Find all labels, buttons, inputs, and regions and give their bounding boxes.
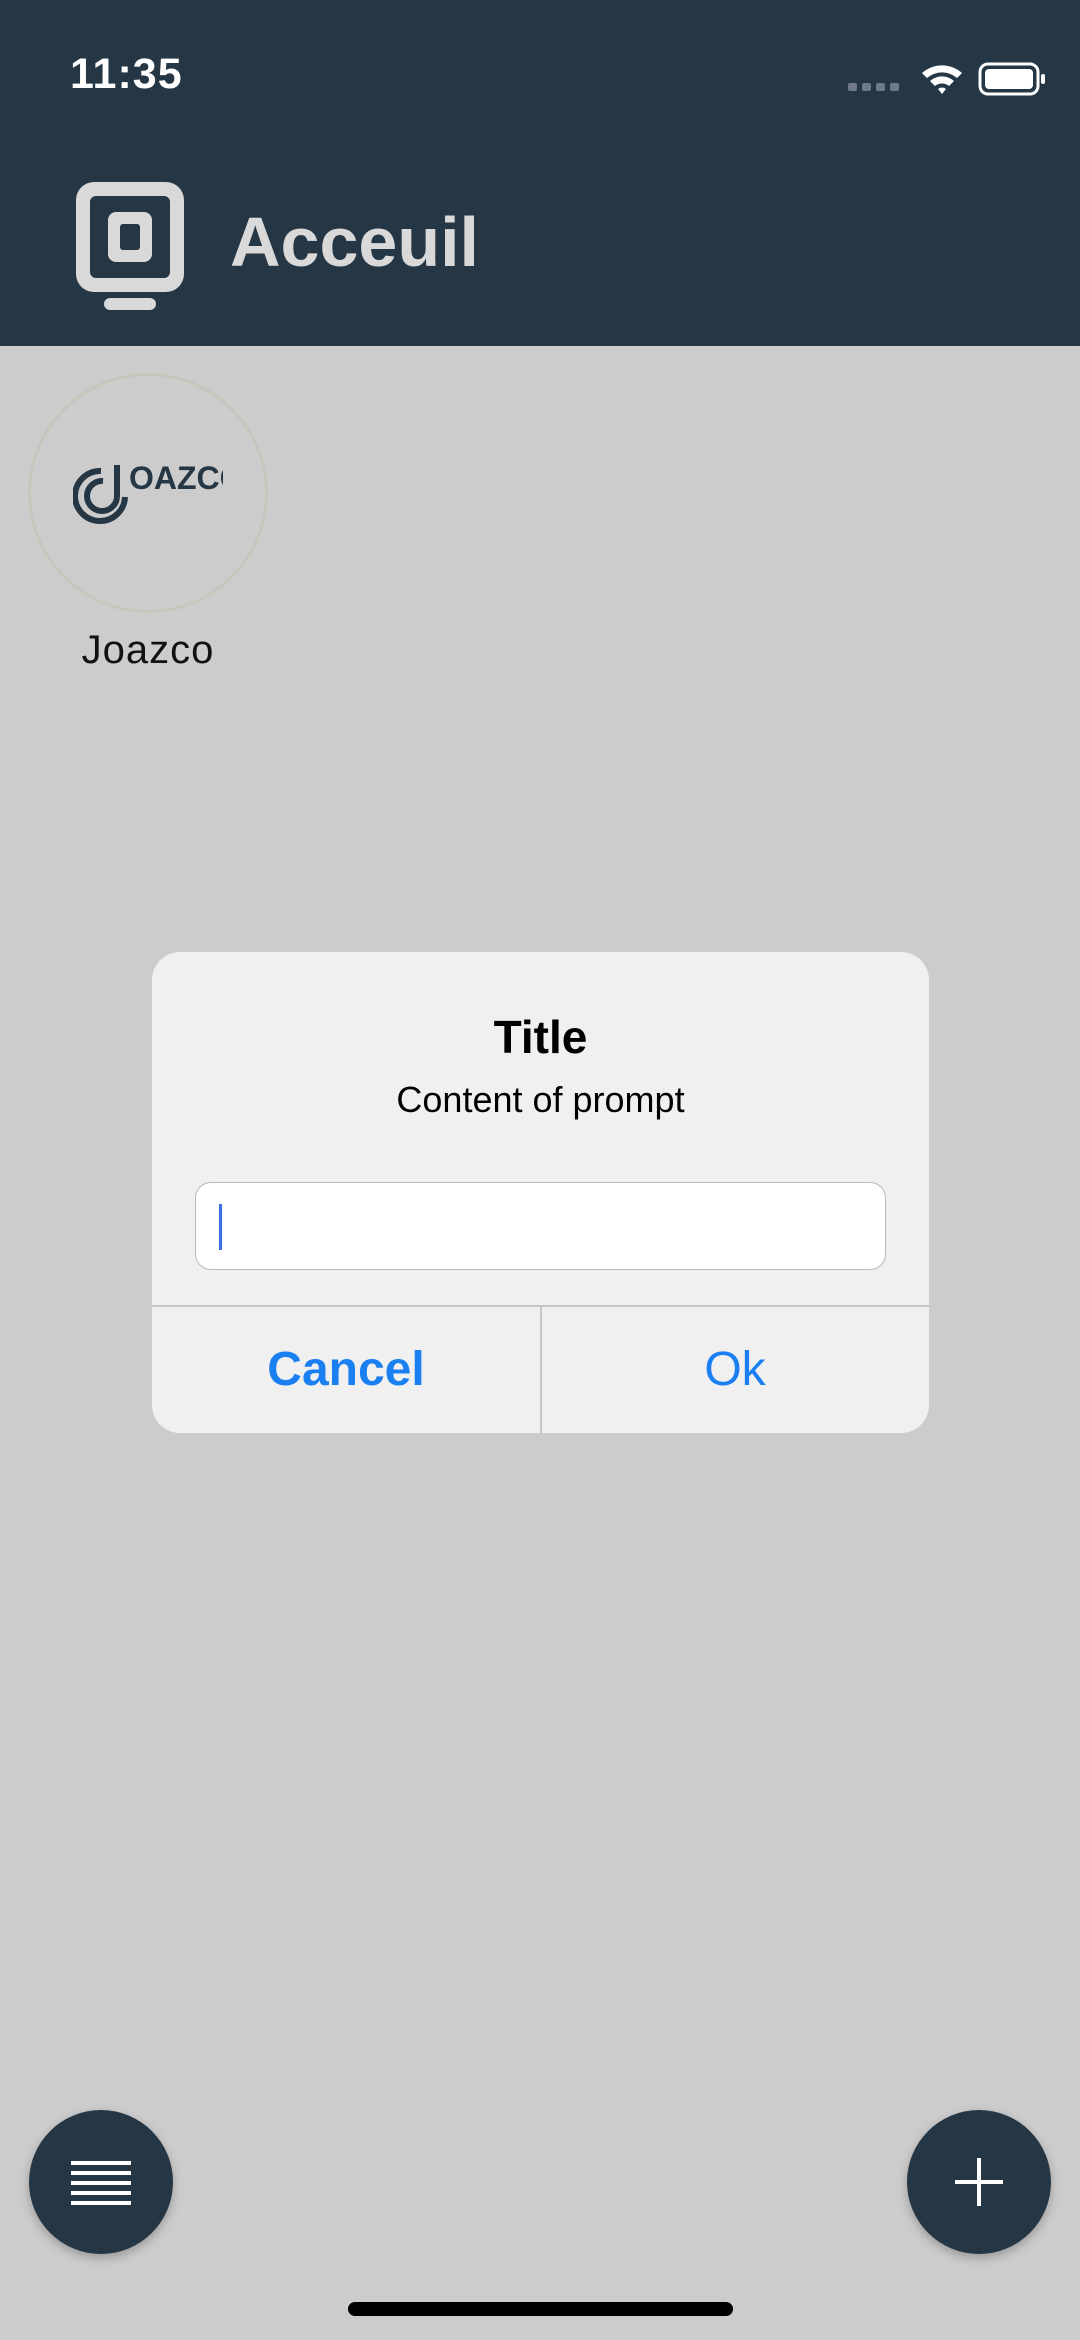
contact-avatar[interactable]: OAZCO [28,373,268,613]
dialog-title: Title [493,1011,588,1063]
dialog-message: Content of prompt [396,1079,685,1120]
wifi-icon [922,65,962,94]
text-caret [219,1204,222,1250]
ok-button[interactable]: Ok [541,1306,929,1433]
status-icons [848,58,1048,98]
status-time: 11:35 [70,50,183,98]
menu-icon [71,2161,131,2205]
add-button[interactable] [907,2110,1051,2254]
prompt-dialog: Title Content of prompt Cancel Ok [152,952,929,1433]
page-title: Acceuil [230,203,479,281]
home-indicator[interactable] [348,2302,733,2316]
prompt-input[interactable] [195,1182,886,1270]
cancel-button[interactable]: Cancel [152,1306,540,1433]
joazco-logo-icon: OAZCO [73,460,223,524]
app-header: 11:35 Acceuil [0,0,1080,346]
add-icon [955,2158,1003,2206]
app-logo-icon [76,182,184,310]
battery-icon [978,62,1045,96]
contact-item[interactable]: OAZCO Joazco [28,373,268,673]
menu-button[interactable] [29,2110,173,2254]
joazco-logo-text: OAZCO [129,460,223,496]
signal-icon [848,83,899,91]
contact-name: Joazco [81,628,215,672]
